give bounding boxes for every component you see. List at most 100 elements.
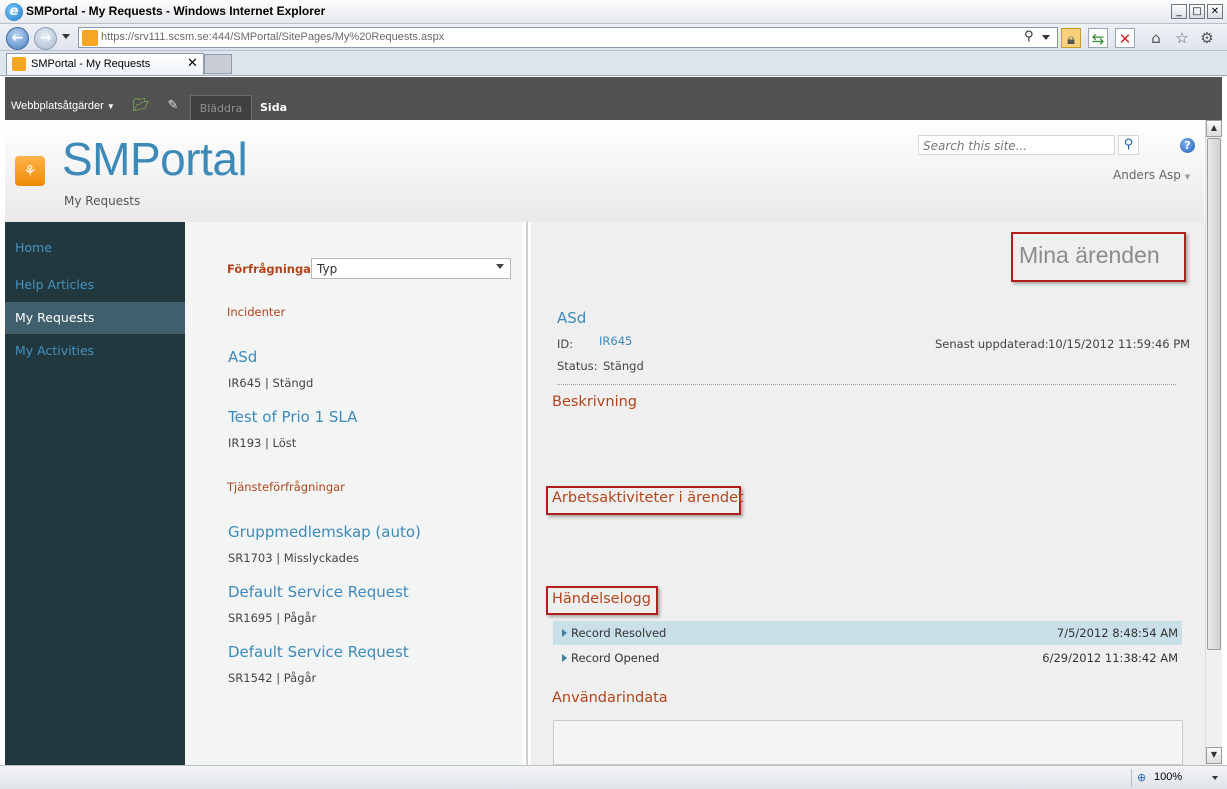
log-row[interactable]: Record Resolved 7/5/2012 8:48:54 AM (553, 621, 1182, 645)
request-title[interactable]: Test of Prio 1 SLA (228, 408, 357, 426)
search-box[interactable] (918, 135, 1115, 155)
zoom-icon: ⊕ (1137, 771, 1147, 784)
site-title[interactable]: SMPortal (62, 132, 248, 186)
vertical-scrollbar[interactable]: ▲ ▼ (1205, 120, 1222, 765)
close-window-button[interactable]: ✕ (1207, 4, 1223, 19)
sharepoint-ribbon: Webbplatsåtgärder ▼ 📂︎ ✎ Bläddra Sida (5, 77, 1222, 120)
back-button[interactable]: ← (6, 27, 29, 50)
status-value: Stängd (603, 359, 644, 373)
type-filter-select[interactable]: Typ (311, 258, 511, 279)
nav-item-my-requests[interactable]: My Requests (5, 302, 185, 334)
forward-button[interactable]: → (34, 27, 57, 50)
event-log-heading: Händelselogg (552, 591, 651, 607)
close-tab-icon[interactable]: ✕ (187, 56, 198, 71)
tools-gear-icon[interactable]: ⚙ (1197, 28, 1217, 48)
browser-status-bar: ⊕ 100% (0, 765, 1227, 789)
help-icon[interactable]: ? (1180, 138, 1195, 153)
user-name: Anders Asp (1113, 168, 1181, 182)
nav-item-my-activities[interactable]: My Activities (5, 335, 185, 367)
scroll-thumb[interactable] (1207, 138, 1221, 650)
address-dropdown-icon[interactable] (1042, 35, 1050, 40)
status-label: Status: (557, 359, 598, 373)
minimize-button[interactable]: _ (1171, 4, 1187, 19)
chevron-down-icon (1212, 776, 1218, 780)
quick-launch-nav: Home Help Articles My Requests My Activi… (5, 222, 185, 765)
expand-arrow-icon[interactable] (562, 629, 567, 637)
activities-heading: Arbetsaktiviteter i ärendet (552, 490, 744, 506)
window-title: SMPortal - My Requests - Windows Interne… (26, 4, 326, 18)
stop-icon[interactable]: ✕ (1115, 28, 1135, 48)
service-requests-heading: Tjänsteförfrågningar (227, 480, 345, 494)
navigate-up-icon[interactable]: 📂︎ (133, 98, 150, 114)
home-icon[interactable]: ⌂ (1146, 28, 1166, 48)
refresh-icon[interactable]: ⇆ (1088, 28, 1108, 48)
scroll-down-arrow-icon[interactable]: ▼ (1206, 747, 1222, 764)
log-time: 7/5/2012 8:48:54 AM (1056, 626, 1178, 640)
tab-page[interactable]: Sida (260, 101, 287, 114)
request-name: ASd (557, 309, 587, 327)
log-label: Record Opened (571, 651, 660, 665)
last-updated-value: 10/15/2012 11:59:46 PM (1048, 337, 1191, 351)
log-row[interactable]: Record Opened 6/29/2012 11:38:42 AM (553, 646, 1182, 670)
request-detail-panel: Mina ärenden ASd ID: IR645 Status: Stäng… (531, 222, 1205, 765)
request-title[interactable]: ASd (228, 348, 257, 366)
window-title-bar: e SMPortal - My Requests - Windows Inter… (0, 0, 1227, 24)
site-favicon-icon (82, 30, 98, 46)
request-title[interactable]: Default Service Request (228, 643, 409, 661)
site-header: ⚘ SMPortal My Requests ⚲ ? Anders Asp ▼ (5, 120, 1204, 222)
search-icon: ⚲ (1123, 137, 1134, 152)
expand-arrow-icon[interactable] (562, 654, 567, 662)
request-title[interactable]: Default Service Request (228, 583, 409, 601)
log-label: Record Resolved (571, 626, 667, 640)
request-meta: IR645 | Stängd (228, 376, 314, 390)
detail-heading: Mina ärenden (1019, 242, 1160, 268)
search-input[interactable] (923, 138, 1111, 154)
incidents-heading: Incidenter (227, 305, 286, 319)
nav-item-home[interactable]: Home (5, 232, 185, 264)
address-bar-row: ← → https://srv111.scsm.se:444/SMPortal/… (0, 24, 1227, 51)
zoom-level: 100% (1154, 771, 1183, 783)
request-meta: SR1695 | Pågår (228, 611, 317, 625)
favorites-star-icon[interactable]: ☆ (1172, 28, 1192, 48)
request-meta: SR1542 | Pågår (228, 671, 317, 685)
filter-label: Förfrågningar (227, 262, 317, 276)
id-value[interactable]: IR645 (599, 334, 632, 348)
edit-page-icon[interactable]: ✎ (165, 98, 181, 114)
scroll-up-arrow-icon[interactable]: ▲ (1206, 120, 1222, 137)
divider (557, 384, 1176, 385)
new-tab-button[interactable] (204, 54, 232, 74)
chevron-down-icon: ▼ (1184, 173, 1191, 181)
url-text[interactable]: https://srv111.scsm.se:444/SMPortal/Site… (101, 31, 444, 43)
zoom-control[interactable]: ⊕ 100% (1131, 769, 1223, 787)
last-updated-label: Senast uppdaterad: (935, 337, 1049, 351)
request-title[interactable]: Gruppmedlemskap (auto) (228, 523, 421, 541)
user-input-box (553, 720, 1183, 765)
site-logo-icon[interactable]: ⚘ (15, 156, 45, 186)
search-button[interactable]: ⚲ (1118, 135, 1139, 155)
browser-tab[interactable]: SMPortal - My Requests ✕ (6, 53, 204, 75)
search-icon[interactable]: ⚲ (1024, 29, 1034, 44)
history-dropdown-icon[interactable] (62, 34, 70, 39)
user-input-heading: Användarindata (552, 690, 668, 706)
description-heading: Beskrivning (552, 394, 638, 410)
type-filter-value: Typ (317, 262, 338, 276)
panel-divider-line[interactable] (526, 222, 528, 765)
tab-label: SMPortal - My Requests (31, 58, 151, 70)
requests-panel: Förfrågningar Typ Incidenter ASd IR645 |… (185, 222, 523, 765)
address-field[interactable]: https://srv111.scsm.se:444/SMPortal/Site… (78, 27, 1058, 48)
tab-browse[interactable]: Bläddra (190, 95, 252, 120)
nav-item-help-articles[interactable]: Help Articles (5, 269, 185, 301)
lock-icon[interactable]: 🔒︎ (1061, 28, 1081, 48)
maximize-button[interactable]: □ (1189, 4, 1205, 19)
id-label: ID: (557, 337, 574, 351)
breadcrumb: My Requests (64, 194, 141, 208)
site-actions-label: Webbplatsåtgärder (11, 100, 104, 112)
chevron-down-icon: ▼ (106, 102, 115, 111)
site-actions-menu[interactable]: Webbplatsåtgärder ▼ (11, 100, 115, 112)
user-menu[interactable]: Anders Asp ▼ (1113, 168, 1190, 182)
chevron-down-icon (496, 264, 504, 269)
log-time: 6/29/2012 11:38:42 AM (1042, 651, 1178, 665)
tab-favicon-icon (12, 57, 26, 71)
internet-explorer-icon: e (5, 3, 23, 21)
request-meta: SR1703 | Misslyckades (228, 551, 360, 565)
